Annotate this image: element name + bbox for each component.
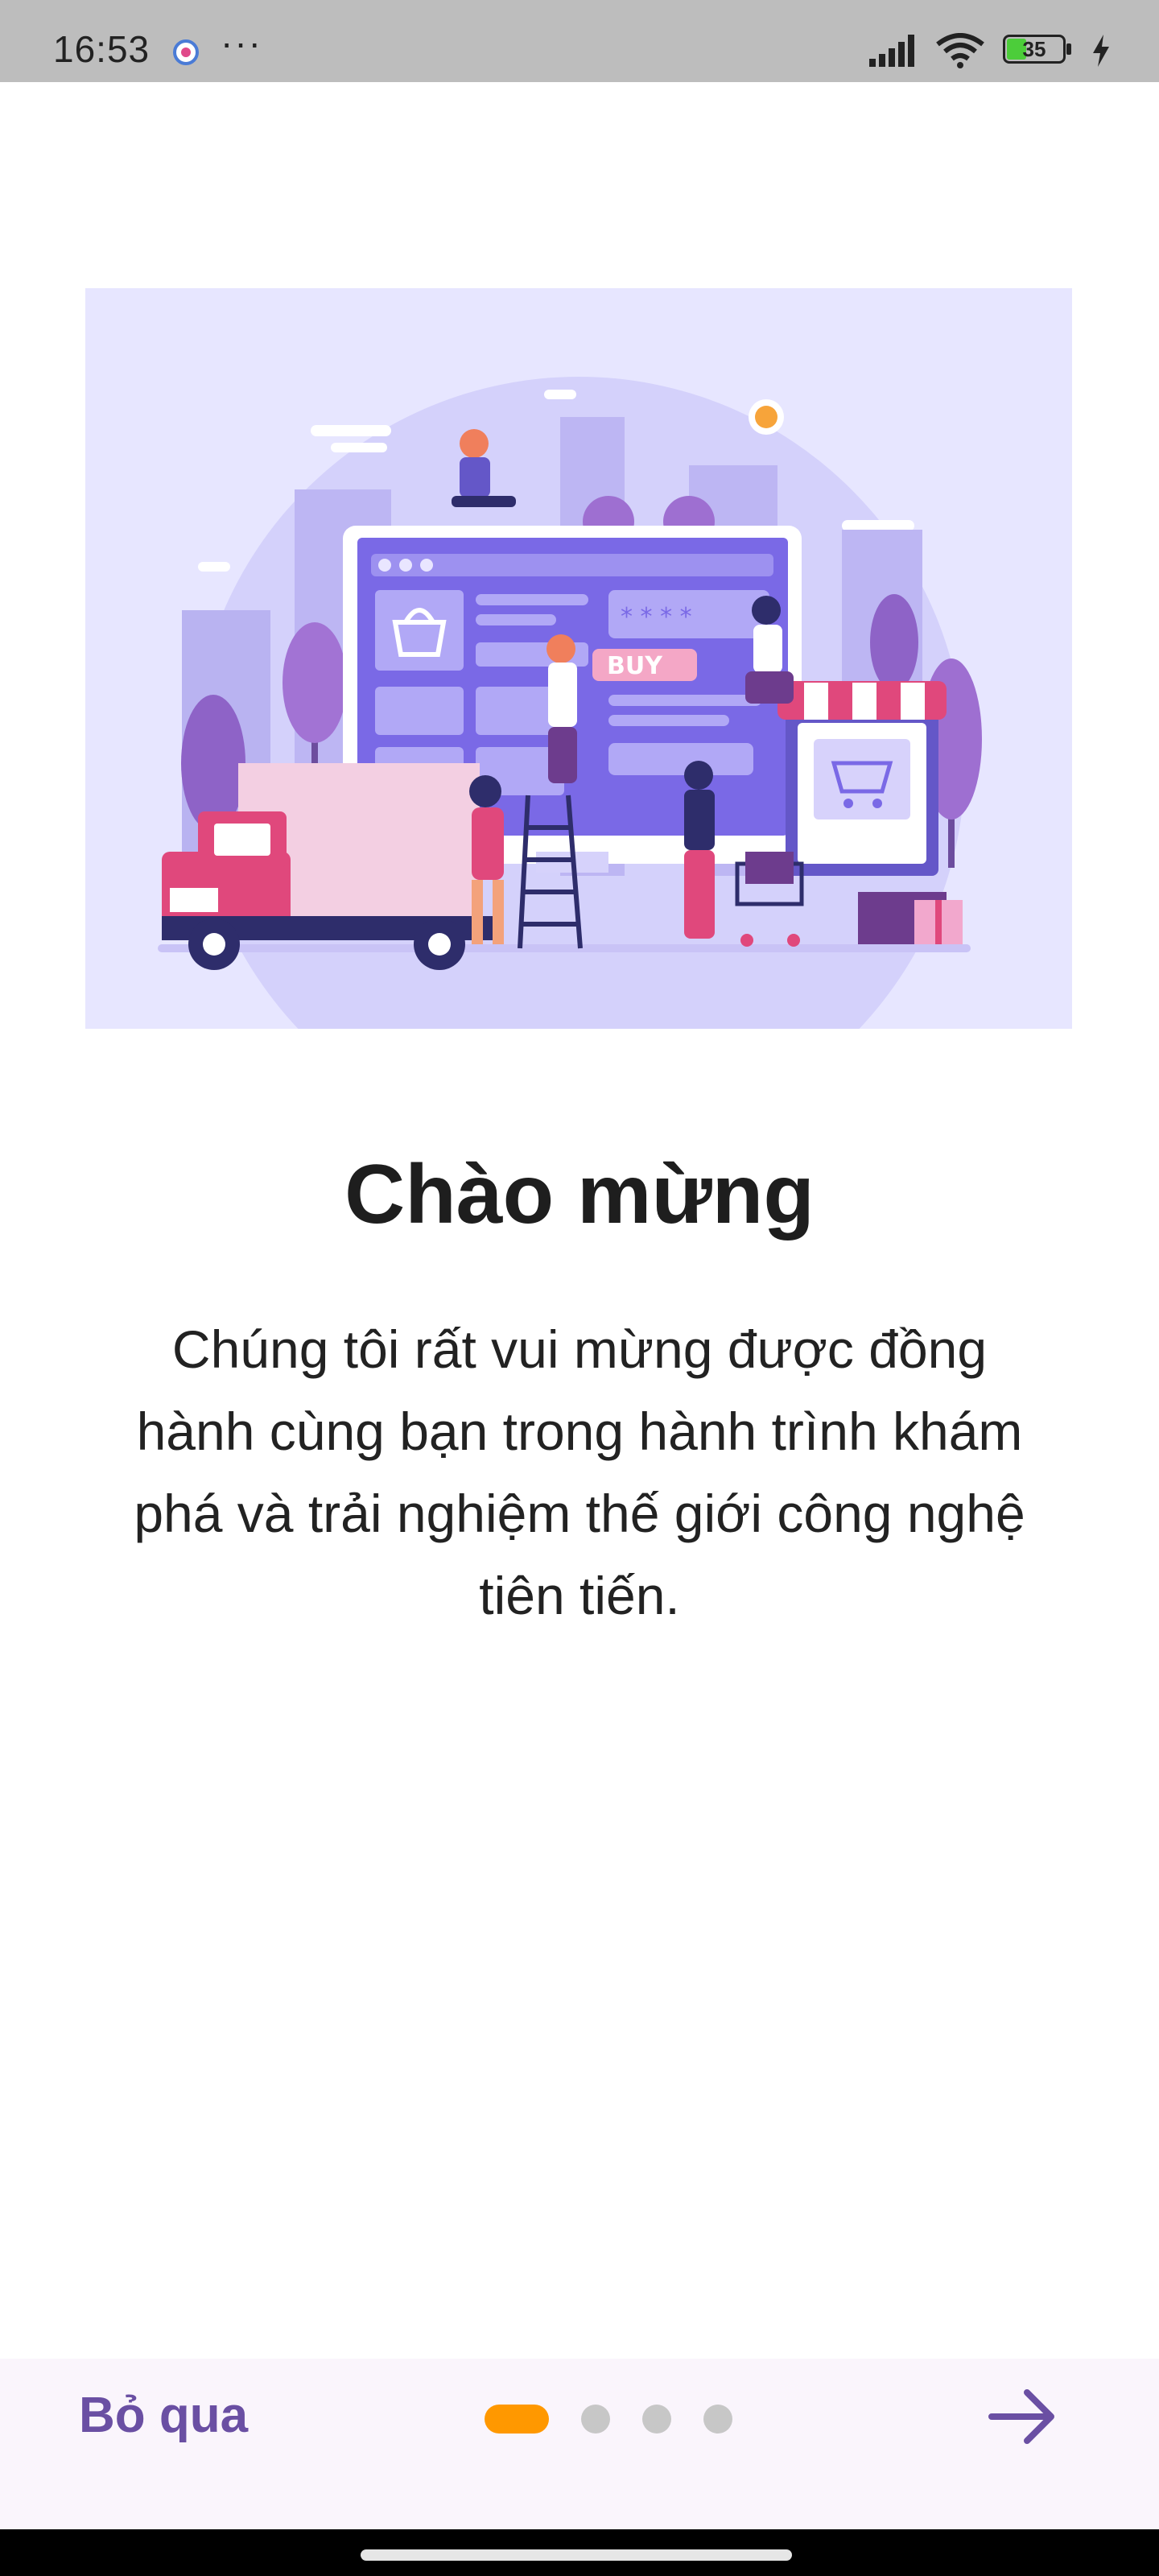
buy-illustration-label: BUY (607, 652, 663, 680)
charging-icon (1093, 35, 1109, 67)
page-description: Chúng tôi rất vui mừng được đồng hành cù… (134, 1319, 1025, 1625)
page-indicator (485, 2403, 732, 2435)
status-time: 16:53 (53, 28, 151, 70)
page-dot (581, 2405, 610, 2434)
page-dot (642, 2405, 671, 2434)
page-title: Chào mừng (344, 1148, 815, 1241)
battery-icon: 35 (1003, 35, 1074, 67)
page-dot (703, 2405, 732, 2434)
page-dot-active (485, 2405, 549, 2434)
status-icons: 35 (869, 32, 1111, 69)
status-bar: 16:53 ··· 35 (0, 0, 1159, 82)
signal-icon (869, 35, 914, 67)
arrow-right-icon[interactable] (987, 2384, 1061, 2449)
onboarding-illustration: * * * * BUY (85, 288, 1072, 1029)
more-notifications-icon: ··· (221, 22, 262, 64)
skip-button[interactable]: Bỏ qua (79, 2387, 248, 2444)
battery-level: 35 (1022, 37, 1046, 61)
wifi-icon (936, 33, 984, 68)
ecommerce-illustration: * * * * BUY (158, 377, 982, 1029)
svg-text:* * * *: * * * * (621, 603, 692, 631)
app-notification-icon (173, 39, 199, 65)
onboarding-bottom-bar (0, 2359, 1159, 2529)
home-gesture-bar[interactable] (361, 2549, 792, 2561)
